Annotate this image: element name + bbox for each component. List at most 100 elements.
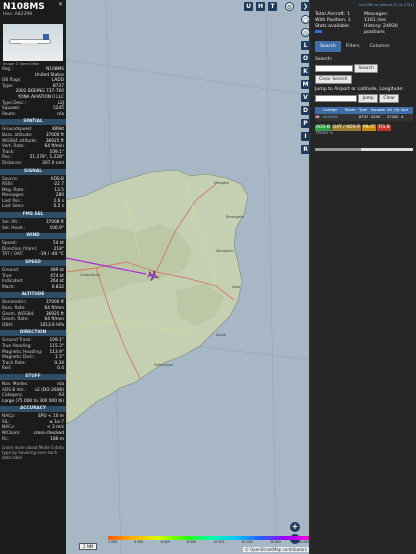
table-header-alt-ft[interactable]: Alt. (ft) (387, 107, 401, 114)
rail-button-d[interactable]: D (301, 106, 310, 115)
aircraft-header: N108MS Hex: A82398 ✕ (0, 0, 66, 19)
stats-block: Total Aircraft: 1 Messages: With Positio… (311, 8, 416, 36)
info-label: Distance: (2, 160, 23, 166)
info-row: Last Seen: 0.2 s (2, 204, 64, 210)
info-label: Category: (2, 393, 23, 399)
footnote: Learn more about Mode S data type by hov… (2, 445, 64, 461)
table-header-callsign[interactable]: Callsign (323, 107, 345, 114)
rail-button-i[interactable]: I (301, 132, 310, 141)
reset-map-icon[interactable]: ○ (301, 15, 310, 24)
table-header-squawk[interactable]: Squawk (371, 107, 387, 114)
place-label-ramsgate: Ramsgate (226, 215, 245, 219)
search-input[interactable] (315, 65, 353, 72)
jump-button[interactable]: Jump (358, 94, 378, 103)
section-header-signal: SIGNAL (0, 168, 66, 175)
map-view[interactable]: Canterbury Dover Deal Sandwich Ramsgate … (66, 0, 309, 554)
info-label: TAT / OAT: (2, 252, 24, 258)
altitude-ticks: 1 000 4 000 6 000 8 000 10 000 20 000 30 000 40… (108, 540, 309, 544)
info-row: TAT / OAT: -19 / -49 °C (2, 252, 64, 258)
info-value: 0.2 s (53, 204, 64, 210)
table-header-spd[interactable]: Spd (401, 107, 409, 114)
info-value: n/a (57, 111, 64, 117)
toggle-button-rail: ❯ ○ ◎ LOKMVDPIR (300, 0, 311, 554)
accuracy-section: ACCURACY NACp: EPU < 10 m SIL: ≤ 1e-7 NACv: < … (0, 406, 66, 442)
section-rows: Ground: 489 kt True: 474 kt Indicated: 264 kt… (0, 268, 66, 290)
rail-button-k[interactable]: K (301, 67, 310, 76)
table-row[interactable]: 🇺🇸 N108MS B737 5245 37000 4 (315, 114, 413, 121)
github-link[interactable]: tar1090 on github (3.14.1731) (311, 0, 416, 8)
top-button-t[interactable]: T (268, 2, 277, 11)
info-value: 0.832 (51, 284, 64, 290)
aircraft-info-panel: N108MS Hex: A82398 ✕ Image © Sierra Mike… (0, 0, 66, 554)
place-label-canterbury: Canterbury (80, 273, 101, 277)
aircraft-table-header: Callsign Route Type Squawk Alt. (ft) Spd (315, 107, 413, 114)
altitude-legend: 1 000 4 000 6 000 8 000 10 000 20 000 30 000 40… (108, 536, 309, 544)
table-cell-squawk: 5245 (371, 115, 381, 119)
place-label-sandwich: Sandwich (216, 249, 233, 253)
altitude-tick-label: 1 000 (108, 540, 118, 544)
stats-link-icon[interactable] (315, 30, 322, 33)
section-header-fms-sel: FMS SEL (0, 212, 66, 219)
rail-button-m[interactable]: M (301, 80, 310, 89)
table-header-route[interactable]: Route (345, 107, 359, 114)
rail-button-o[interactable]: O (301, 54, 310, 63)
info-value: 0.4 (57, 366, 64, 372)
mode-s-legend: Mode-S (315, 131, 413, 137)
aircraft-callsign: N108MS (3, 2, 45, 12)
table-header-flag (315, 107, 323, 114)
section-header-altitude: ALTITUDE (0, 292, 66, 299)
info-row: Sel. Head.: 106.9° (2, 226, 64, 232)
recenter-icon[interactable]: ◎ (301, 28, 310, 37)
table-cell-spd: 4 (401, 115, 404, 119)
settings-gear-icon[interactable]: ⚙ (285, 2, 294, 11)
info-label: Rc: (2, 436, 9, 442)
place-label-folkestone: Folkestone (154, 363, 174, 367)
jump-input[interactable] (315, 95, 357, 102)
tab-filters[interactable]: Filters (341, 41, 365, 52)
top-button-h[interactable]: H (256, 2, 265, 11)
section-header-spatial: SPATIAL (0, 119, 66, 126)
zoom-in-button[interactable]: + (290, 522, 300, 532)
tab-columns[interactable]: Columns (365, 41, 395, 52)
aircraft-photo[interactable] (3, 24, 63, 61)
info-label: Last Seen: (2, 204, 25, 210)
section-rows: Barometric: 37000 ft Baro. Rate: 64 ft/min G… (0, 300, 66, 328)
rail-button-p[interactable]: P (301, 119, 310, 128)
table-header-type[interactable]: Type (359, 107, 371, 114)
aircraft-table-body: 🇺🇸 N108MS B737 5245 37000 4 (311, 114, 416, 121)
clear-button[interactable]: Clear (379, 94, 400, 103)
rail-button-v[interactable]: V (301, 93, 310, 102)
section-rows: Groundspeed: 489kt Baro. altitude: 37000 ft… (0, 127, 66, 166)
info-row: Route: n/a (2, 112, 64, 118)
info-sections: SPATIAL Groundspeed: 489kt Baro. altitude: 3… (0, 119, 66, 398)
info-row: Roll: 0.4 (2, 366, 64, 372)
map-canvas[interactable]: Canterbury Dover Deal Sandwich Ramsgate … (66, 0, 309, 554)
clear-search-button[interactable]: Clear Search (315, 75, 352, 84)
close-icon[interactable]: ✕ (57, 1, 64, 8)
top-button-u[interactable]: U (244, 2, 253, 11)
info-value: A3 (58, 393, 64, 399)
place-label-dover: Dover (216, 333, 227, 337)
place-label-margate: Margate (214, 181, 230, 185)
section-rows: Sel. Alt.: 37008 ft Sel. Head.: 106.9° (0, 220, 66, 231)
tab-search[interactable]: Search (315, 41, 341, 52)
table-scrollbar[interactable] (315, 148, 413, 151)
search-button[interactable]: Search (354, 64, 378, 73)
search-area: Search: Search Clear Search Jump to Airp… (311, 52, 416, 103)
search-label: Search: (315, 57, 333, 62)
expand-sidebar-chevron-icon[interactable]: ❯ (301, 2, 310, 11)
section-header-speed: SPEED (0, 260, 66, 267)
aircraft-hex: Hex: A82398 (3, 12, 33, 17)
place-label-deal: Deal (232, 285, 240, 289)
table-cell-callsign: N108MS (323, 115, 338, 119)
info-row: Distance: 207.0 nmi (2, 161, 64, 167)
rail-button-r[interactable]: R (301, 145, 310, 154)
category-description: Large (75 000 to 300 000 lb) (2, 398, 64, 404)
history-unit: positions (364, 30, 385, 35)
scrollbar-thumb[interactable] (315, 148, 361, 151)
info-value: 106.9° (49, 225, 64, 231)
legend-uat-ads-r: UAT / ADS-R (331, 125, 362, 131)
rail-button-l[interactable]: L (301, 41, 310, 50)
section-header-accuracy: ACCURACY (0, 406, 66, 413)
altitude-tick-label: 8 000 (186, 540, 197, 544)
